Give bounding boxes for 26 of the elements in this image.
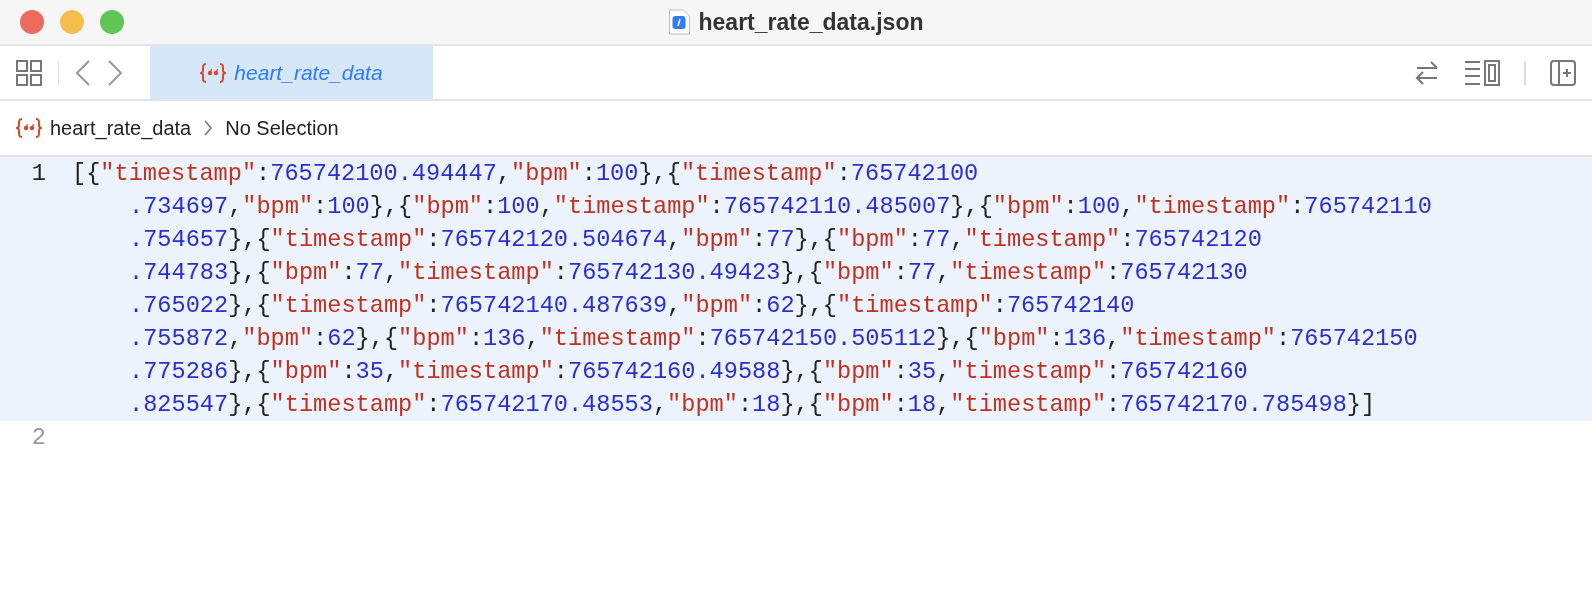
swap-icon[interactable] [1414,59,1440,86]
code-line: .734697,"bpm":100},{"bpm":100,"timestamp":765742110.485007},{"bpm":100,"timestamp":765742110 [129,193,1432,220]
zoom-button[interactable] [100,10,124,34]
code-line: .775286},{"bpm":35,"timestamp":765742160.49588},{"bpm":35,"timestamp":765742160 [129,358,1248,385]
code-line: .754657},{"timestamp":765742120.504674,"bpm":77},{"bpm":77,"timestamp":765742120 [129,226,1262,253]
add-editor-icon[interactable] [1550,59,1576,86]
editor-options-icon[interactable] [1464,59,1500,86]
grid-icon[interactable] [16,59,42,86]
close-button[interactable] [20,10,44,34]
breadcrumb-item[interactable]: heart_rate_data [50,113,192,143]
back-icon[interactable] [75,58,91,87]
line-number: 2 [30,423,47,453]
code-line: .765022},{"timestamp":765742140.487639,"bpm":62},{"timestamp":765742140 [129,292,1135,319]
window-title: heart_rate_data.json [698,7,924,37]
json-file-icon [200,62,227,83]
minimize-button[interactable] [60,10,84,34]
line-number: 1 [30,159,47,189]
forward-icon[interactable] [107,58,123,87]
document-icon [668,9,691,35]
breadcrumb-item[interactable]: No Selection [225,113,339,143]
json-file-icon [16,118,42,138]
code-line: .744783},{"bpm":77,"timestamp":765742130.49423},{"bpm":77,"timestamp":765742130 [129,259,1248,286]
code-line: [{"timestamp":765742100.494447,"bpm":100},{"timestamp":765742100 [72,160,979,187]
chevron-icon [203,119,214,137]
code-line: .825547},{"timestamp":765742170.48553,"bpm":18},{"bpm":18,"timestamp":765742170.785498}] [129,391,1376,418]
code-line: .755872,"bpm":62},{"bpm":136,"timestamp":765742150.505112},{"bpm":136,"timestamp":765742150 [129,325,1418,352]
